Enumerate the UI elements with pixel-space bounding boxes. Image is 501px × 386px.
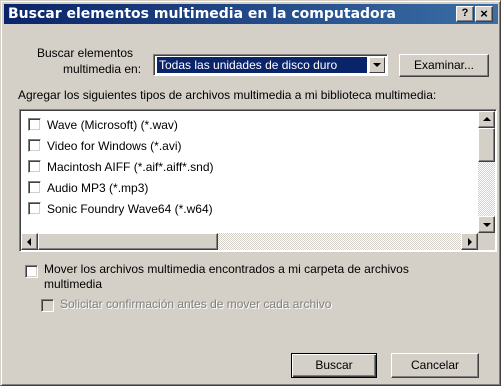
checkbox[interactable]: [28, 181, 41, 194]
browse-button[interactable]: Examinar...: [399, 54, 489, 77]
list-item[interactable]: Macintosh AIFF (*.aif*.aiff*.snd): [28, 157, 468, 177]
search-button[interactable]: Buscar: [291, 353, 377, 378]
list-item[interactable]: Audio MP3 (*.mp3): [28, 178, 468, 198]
search-button-label: Buscar: [315, 358, 353, 372]
file-types-list[interactable]: Wave (Microsoft) (*.wav) Video for Windo…: [19, 109, 497, 252]
scrollbar-corner: [478, 233, 495, 250]
move-files-label-2[interactable]: multimedia: [44, 277, 102, 291]
list-item-label: Audio MP3 (*.mp3): [47, 181, 149, 195]
help-button[interactable]: ?: [456, 6, 474, 22]
checkbox[interactable]: [28, 160, 41, 173]
search-location-dropdown[interactable]: Todas las unidades de disco duro: [153, 54, 388, 76]
scroll-left-button[interactable]: [21, 233, 38, 250]
find-media-dialog: Buscar elementos multimedia en la comput…: [0, 0, 501, 386]
list-item[interactable]: Video for Windows (*.avi): [28, 136, 468, 156]
confirm-move-checkbox-box[interactable]: [41, 299, 54, 312]
horizontal-scrollbar[interactable]: [21, 233, 478, 250]
vertical-scrollbar[interactable]: [478, 111, 495, 233]
arrow-left-icon: [27, 238, 31, 246]
move-files-checkbox-box[interactable]: [25, 265, 38, 278]
search-location-value: Todas las unidades de disco duro: [157, 57, 367, 73]
arrow-down-icon: [483, 223, 491, 227]
checkbox[interactable]: [28, 202, 41, 215]
list-item[interactable]: Sonic Foundry Wave64 (*.w64): [28, 199, 468, 219]
move-files-label[interactable]: Mover los archivos multimedia encontrado…: [44, 262, 409, 276]
list-item[interactable]: Wave (Microsoft) (*.wav): [28, 115, 468, 135]
list-item-label: Video for Windows (*.avi): [47, 139, 182, 153]
chevron-down-icon: [373, 63, 381, 67]
search-in-label-2: multimedia en:: [63, 62, 141, 76]
window-title: Buscar elementos multimedia en la comput…: [8, 6, 397, 22]
horizontal-scroll-thumb[interactable]: [38, 233, 218, 250]
dropdown-arrow-button[interactable]: [369, 57, 385, 73]
scroll-down-button[interactable]: [478, 216, 495, 233]
file-types-heading: Agregar los siguientes tipos de archivos…: [18, 88, 437, 102]
list-item-label: Wave (Microsoft) (*.wav): [47, 118, 178, 132]
browse-button-label: Examinar...: [413, 58, 475, 72]
scroll-up-button[interactable]: [478, 111, 495, 128]
cancel-button-label: Cancelar: [410, 358, 460, 372]
help-icon: ?: [461, 7, 469, 19]
title-bar[interactable]: Buscar elementos multimedia en la comput…: [4, 4, 498, 24]
scroll-right-button[interactable]: [461, 233, 478, 250]
vertical-scroll-thumb[interactable]: [478, 128, 495, 162]
arrow-up-icon: [483, 117, 491, 121]
confirm-move-checkbox[interactable]: [41, 299, 60, 313]
search-in-label-line1: Buscar elementos: [37, 46, 134, 60]
close-icon: ×: [480, 6, 488, 21]
move-files-checkbox[interactable]: [25, 265, 44, 279]
search-in-label: Buscar elementos: [37, 46, 133, 60]
search-in-label-line2: multimedia en:: [63, 62, 142, 76]
list-item-label: Sonic Foundry Wave64 (*.w64): [47, 202, 213, 216]
confirm-move-label: Solicitar confirmación antes de mover ca…: [60, 297, 332, 311]
arrow-right-icon: [468, 238, 472, 246]
checkbox[interactable]: [28, 118, 41, 131]
cancel-button[interactable]: Cancelar: [391, 353, 479, 378]
checkbox[interactable]: [28, 139, 41, 152]
list-item-label: Macintosh AIFF (*.aif*.aiff*.snd): [47, 160, 214, 174]
close-button[interactable]: ×: [475, 6, 493, 22]
